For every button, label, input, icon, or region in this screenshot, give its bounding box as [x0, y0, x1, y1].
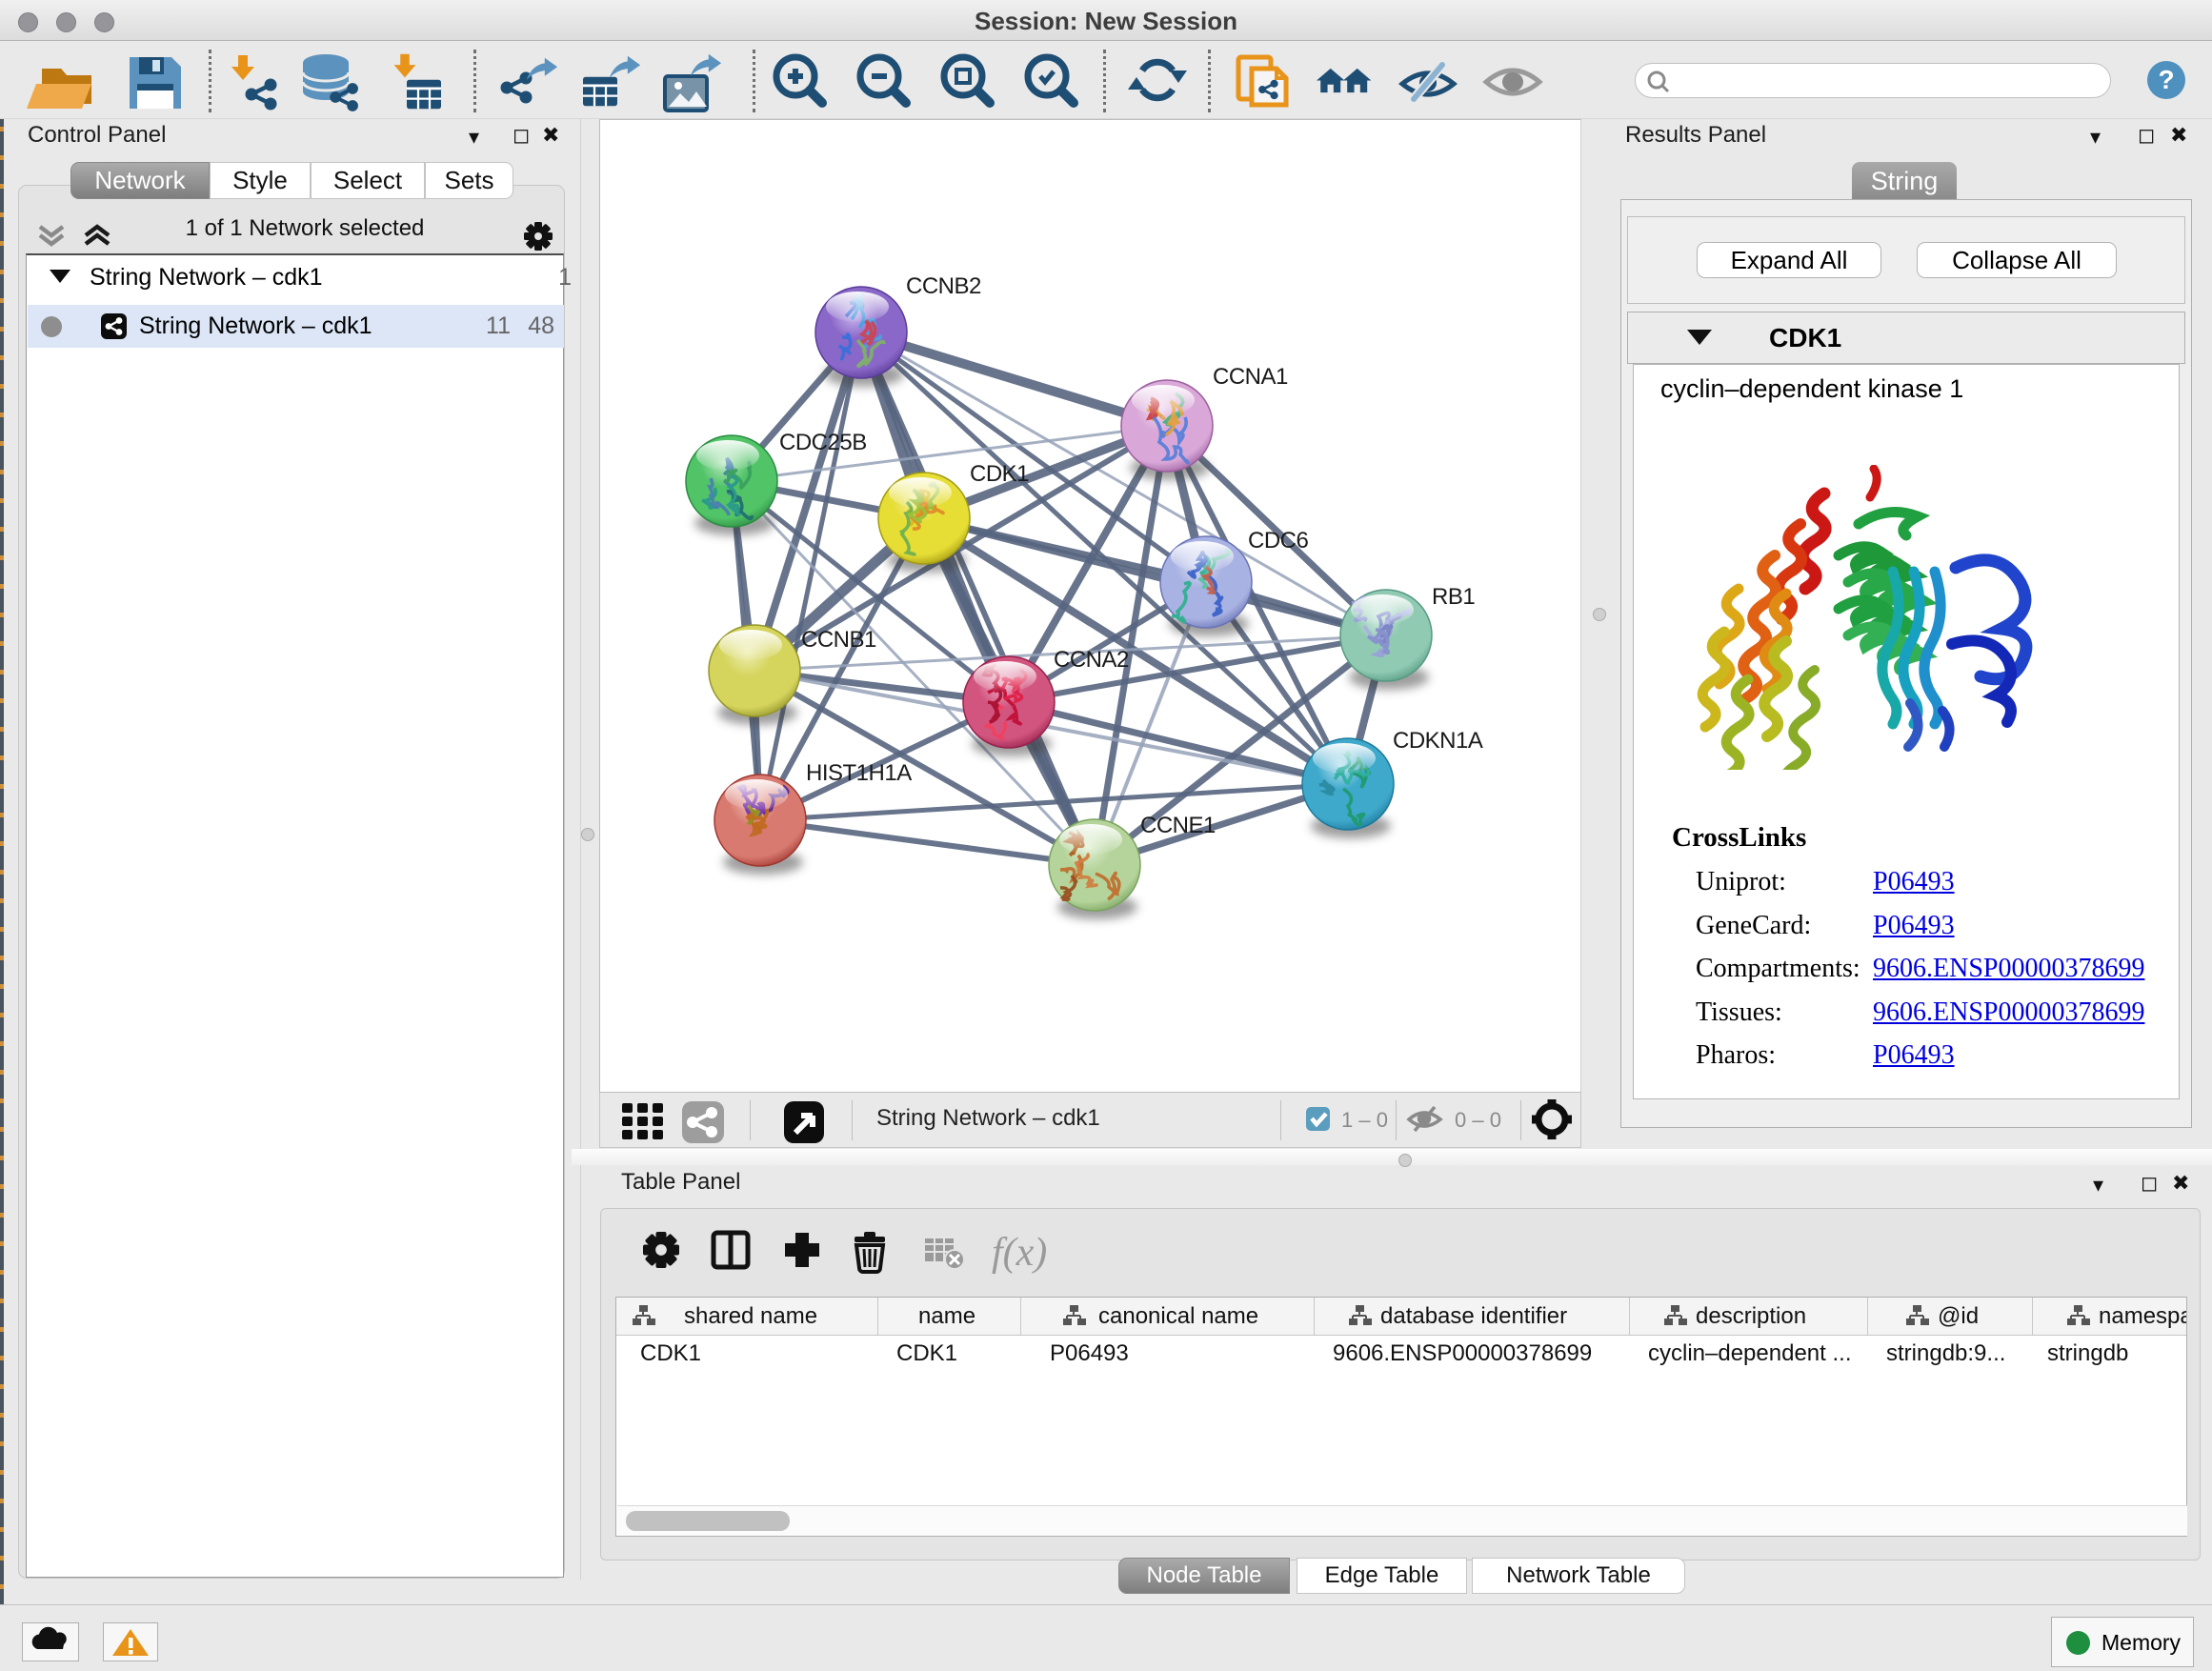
- svg-text:CCNE1: CCNE1: [1140, 813, 1216, 838]
- svg-text:CCNB2: CCNB2: [906, 273, 981, 299]
- svg-text:CDC6: CDC6: [1248, 528, 1308, 554]
- svg-text:1 – 0: 1 – 0: [1341, 1108, 1388, 1132]
- svg-text:HIST1H1A: HIST1H1A: [806, 760, 912, 786]
- svg-text:0 – 0: 0 – 0: [1455, 1108, 1501, 1132]
- svg-text:RB1: RB1: [1432, 584, 1475, 610]
- svg-text:f(x): f(x): [992, 1231, 1047, 1275]
- svg-text:CCNB1: CCNB1: [801, 627, 876, 653]
- svg-text:CCNA2: CCNA2: [1054, 647, 1129, 673]
- svg-text:CCNA1: CCNA1: [1213, 364, 1288, 390]
- svg-text:CDK1: CDK1: [970, 461, 1029, 487]
- svg-text:CDC25B: CDC25B: [779, 430, 867, 455]
- svg-text:CDKN1A: CDKN1A: [1393, 728, 1483, 754]
